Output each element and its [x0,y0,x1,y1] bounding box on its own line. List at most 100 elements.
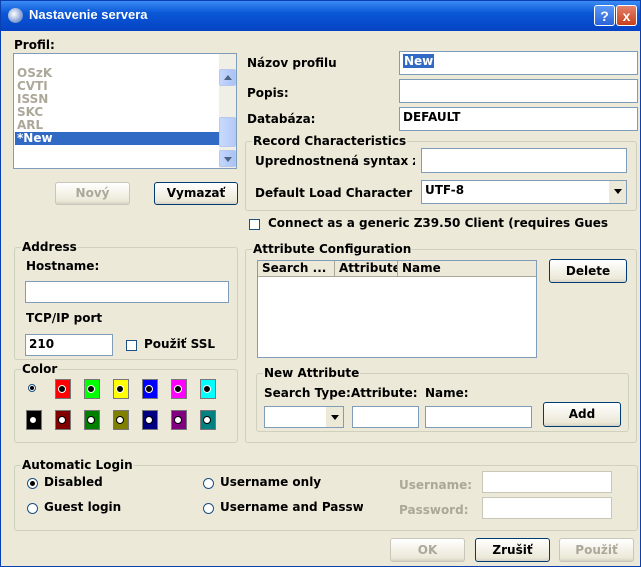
port-label: TCP/IP port [26,311,103,325]
scroll-up-button[interactable] [219,69,236,86]
syntax-label: Uprednostnená syntax z [255,154,415,168]
color-swatch[interactable] [55,379,71,399]
color-radio-dot [29,416,37,424]
chevron-down-icon [614,189,622,194]
charset-select[interactable]: UTF-8 [421,180,627,204]
color-swatch[interactable] [200,410,216,430]
search-type-label: Search Type: [264,386,351,400]
record-characteristics-title: Record Characteristics [252,134,408,148]
new-profile-button[interactable]: Nový [55,182,130,205]
title-bar[interactable]: Nastavenie servera ? x [1,1,640,31]
username-input[interactable] [482,471,612,493]
login-username-password-label: Username and Passw [220,500,363,514]
color-radio-dot [87,385,95,393]
new-attribute-title: New Attribute [263,366,361,380]
color-swatch[interactable] [55,410,71,430]
app-icon [8,8,23,23]
window-title: Nastavenie servera [29,7,148,22]
profile-name-label: Názov profilu [247,56,337,70]
database-input[interactable]: DEFAULT [399,107,638,131]
profile-list[interactable]: OSzK CVTI ISSN SKC ARL *New [13,53,237,169]
color-swatch[interactable] [26,410,42,430]
color-swatch[interactable] [171,410,187,430]
add-attribute-button[interactable]: Add [543,402,621,427]
delete-attribute-button[interactable]: Delete [549,259,627,283]
color-radio-dot [116,416,124,424]
attribute-configuration-title: Attribute Configuration [252,242,413,256]
port-input[interactable]: 210 [25,334,113,356]
charset-value: UTF-8 [425,183,465,197]
color-radio-dot [28,384,36,392]
scroll-thumb[interactable] [219,117,236,147]
password-label: Password: [399,503,469,517]
scroll-down-button[interactable] [219,150,236,167]
charset-dropdown-button[interactable] [609,181,626,203]
delete-profile-button[interactable]: Vymazať [154,182,238,205]
color-radio-dot [116,385,124,393]
attribute-label: Attribute: [351,386,418,400]
hostname-input[interactable] [25,281,229,303]
address-title: Address [21,240,78,254]
syntax-input[interactable] [421,148,627,173]
description-input[interactable] [399,79,638,103]
color-title: Color [21,362,59,376]
generic-client-label: Connect as a generic Z39.50 Client (requ… [268,216,609,230]
charset-label: Default Load Character S [255,186,415,200]
profile-name-input[interactable]: New [399,51,638,75]
chevron-up-icon [224,75,232,80]
login-username-only-label: Username only [220,475,322,489]
profile-label: Profil: [14,38,55,52]
color-swatch[interactable] [113,410,129,430]
attribute-name-input[interactable] [425,406,532,428]
search-type-dropdown-button[interactable] [326,407,343,427]
name-label: Name: [425,386,469,400]
chevron-down-icon [331,415,339,420]
color-swatch[interactable] [171,379,187,399]
column-header-search[interactable]: Search ... [258,261,335,277]
color-radio-dot [174,385,182,393]
login-guest-radio[interactable] [27,503,38,514]
color-radio-dot [145,385,153,393]
column-header-attribute[interactable]: Attribute [335,261,398,277]
attribute-table[interactable]: Search ... Attribute Name [257,260,537,358]
color-swatch[interactable] [200,379,216,399]
color-swatch[interactable] [84,410,100,430]
ok-button[interactable]: OK [390,538,465,562]
attribute-input[interactable] [352,406,419,428]
color-swatch[interactable] [142,410,158,430]
username-label: Username: [399,478,473,492]
login-guest-label: Guest login [44,500,122,514]
help-button[interactable]: ? [594,5,615,26]
database-label: Databáza: [247,112,316,126]
login-username-only-radio[interactable] [203,478,214,489]
profile-list-item[interactable]: *New [15,132,219,145]
color-radio-dot [58,385,66,393]
profile-list-scrollbar[interactable] [219,54,236,168]
generic-client-checkbox[interactable] [249,219,260,230]
color-radio-dot [87,416,95,424]
color-swatch[interactable] [26,379,42,399]
profile-list-item[interactable]: ISSN [15,93,219,106]
column-header-name[interactable]: Name [398,261,536,277]
login-disabled-radio[interactable] [27,478,38,489]
color-swatch[interactable] [113,379,129,399]
color-radio-dot [174,416,182,424]
hostname-label: Hostname: [26,259,100,273]
color-radio-dot [58,416,66,424]
description-label: Popis: [247,86,289,100]
apply-button[interactable]: Použiť [559,538,634,562]
chevron-down-icon [224,157,232,162]
login-username-password-radio[interactable] [203,503,214,514]
profile-name-value: New [403,54,435,68]
cancel-button[interactable]: Zrušiť [475,538,550,562]
close-button[interactable]: x [616,5,637,26]
color-swatch[interactable] [84,379,100,399]
login-disabled-label: Disabled [44,475,103,489]
password-input[interactable] [482,497,612,519]
search-type-select[interactable] [264,406,344,428]
automatic-login-title: Automatic Login [21,458,134,472]
ssl-checkbox[interactable] [126,340,137,351]
profile-list-item[interactable]: SKC [15,106,219,119]
color-radio-dot [203,385,211,393]
color-swatch[interactable] [142,379,158,399]
